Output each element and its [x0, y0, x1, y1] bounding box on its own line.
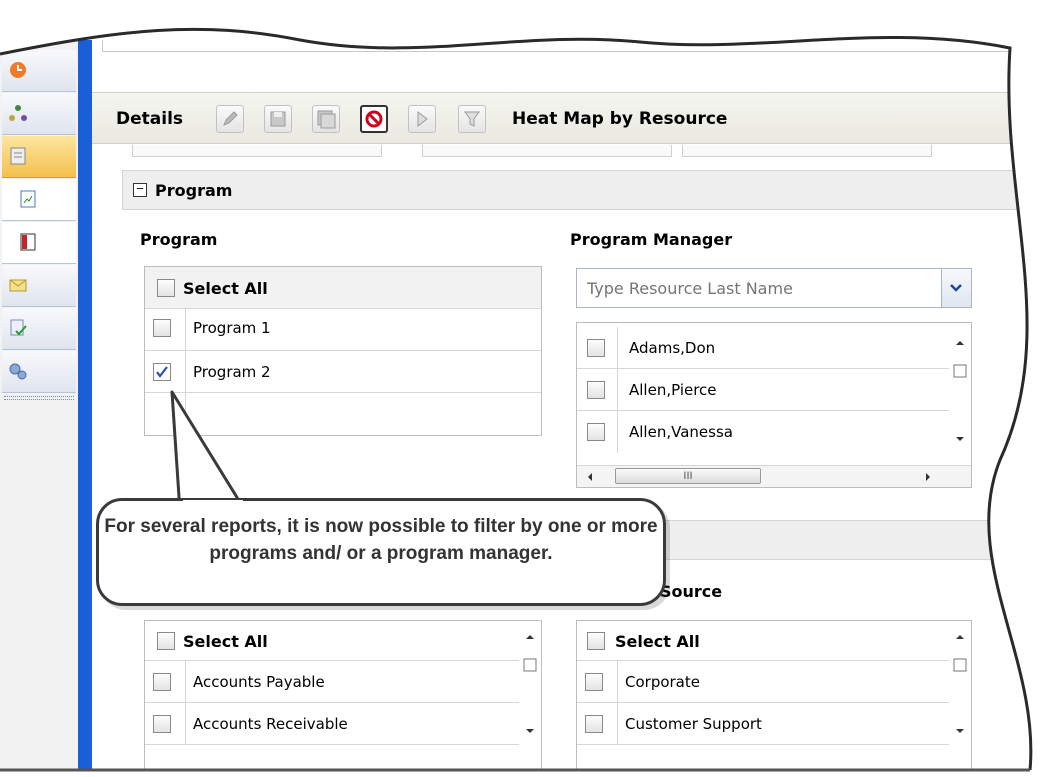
callout-pointer-join: [183, 500, 243, 506]
